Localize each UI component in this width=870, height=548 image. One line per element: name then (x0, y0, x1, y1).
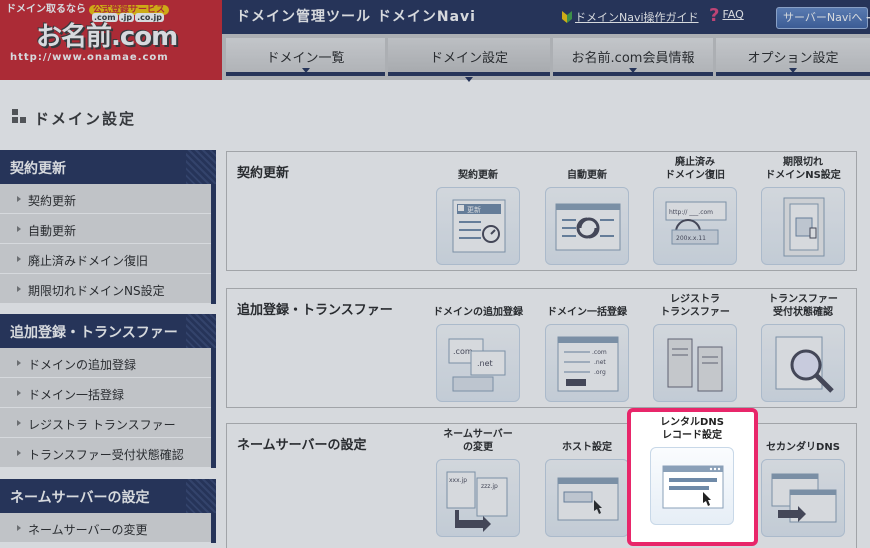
option-expired-ns[interactable]: 期限切れ ドメインNS設定 (755, 154, 851, 265)
logo-url: http://www.onamae.com (10, 52, 169, 63)
tab-domain-list[interactable]: ドメイン一覧 (226, 38, 385, 76)
title-squares-icon (12, 109, 30, 127)
option-auto-renewal[interactable]: 自動更新 (539, 154, 635, 265)
panel-title: 追加登録・トランスファー (237, 303, 393, 318)
option-secondary-dns[interactable]: セカンダリDNS (755, 426, 851, 537)
page-title: ドメイン設定 (12, 108, 136, 129)
bulk-register-icon: .com .net .org (545, 324, 629, 402)
chevron-down-icon (789, 68, 797, 73)
tab-domain-settings[interactable]: ドメイン設定 (388, 38, 550, 82)
beginner-leaf-icon (562, 11, 572, 23)
rental-dns-icon (650, 447, 734, 525)
option-registrar-transfer[interactable]: レジストラ トランスファー (647, 291, 743, 402)
main-nav: ドメイン一覧 ドメイン設定 お名前.com会員情報 オプション設定 (222, 34, 870, 82)
add-domain-icon: .com .net (436, 324, 520, 402)
onamae-logo[interactable]: ドメイン取るなら 公式登録サービス .com .jp .co.jp お名前.com h… (0, 0, 222, 80)
chevron-down-icon (465, 77, 473, 82)
option-transfer-status[interactable]: トランスファー 受付状態確認 (755, 291, 851, 402)
option-label: トランスファー 受付状態確認 (768, 294, 838, 318)
svg-text:.com: .com (592, 349, 607, 356)
panel-nameserver: ネームサーバーの設定 ネームサーバー の変更 xxx.jp zzz.jp ホスト設… (226, 423, 857, 548)
sidebar-item-change-nameserver[interactable]: ネームサーバーの変更 (0, 513, 216, 543)
svg-text:zzz.jp: zzz.jp (481, 483, 498, 490)
sidebar-heading-nameserver: ネームサーバーの設定 (0, 479, 216, 513)
panel-registration: 追加登録・トランスファー ドメインの追加登録 .com .net ドメイン一括登録… (226, 288, 857, 408)
chevron-down-icon (301, 68, 310, 73)
chevron-down-icon (629, 68, 637, 73)
svg-text:xxx.jp: xxx.jp (449, 477, 467, 484)
option-label: ホスト設定 (562, 442, 612, 453)
guide-link[interactable]: ドメインNavi操作ガイド (562, 9, 699, 25)
question-icon: ? (709, 5, 720, 26)
sidebar-heading-renewal: 契約更新 (0, 150, 216, 184)
sidebar-item-restore-domain[interactable]: 廃止済みドメイン復旧 (0, 244, 216, 274)
tab-member-info[interactable]: お名前.com会員情報 (553, 38, 713, 76)
server-navi-button[interactable]: サーバーNaviへ ➜ (776, 7, 870, 29)
logo-brand: お名前.com (36, 22, 178, 52)
panel-title: 契約更新 (237, 166, 290, 181)
option-bulk-register[interactable]: ドメイン一括登録 .com .net .org (539, 291, 635, 402)
auto-renewal-icon (545, 187, 629, 265)
option-label: ドメインの追加登録 (433, 307, 523, 318)
sidebar-item-renewal[interactable]: 契約更新 (0, 184, 216, 214)
sidebar-heading-registration: 追加登録・トランスファー (0, 314, 216, 348)
sidebar-item-expired-ns[interactable]: 期限切れドメインNS設定 (0, 274, 216, 304)
tool-title: ドメイン管理ツール ドメインNavi (236, 9, 476, 25)
option-renewal[interactable]: 契約更新 更新 (430, 154, 526, 265)
sidebar-item-transfer-status[interactable]: トランスファー受付状態確認 (0, 438, 216, 468)
logo-tagline: ドメイン取るなら (6, 4, 86, 15)
faq-link[interactable]: ? FAQ (709, 5, 744, 26)
option-label: ネームサーバー の変更 (443, 429, 513, 453)
option-label: レンタルDNS レコード設定 (660, 417, 724, 441)
host-settings-icon (545, 459, 629, 537)
panel-renewal: 契約更新 契約更新 更新 自動更新 廃止済み ドメイン復旧 http:// __… (226, 151, 857, 271)
option-restore-domain[interactable]: 廃止済み ドメイン復旧 http:// ___.com 200x.x.11 (647, 154, 743, 265)
change-nameserver-icon: xxx.jp zzz.jp (436, 459, 520, 537)
svg-text:.org: .org (594, 369, 606, 376)
svg-text:http:// ___.com: http:// ___.com (669, 209, 713, 216)
svg-text:.com: .com (453, 347, 473, 356)
secondary-dns-icon (761, 459, 845, 537)
option-label: レジストラ トランスファー (660, 294, 730, 318)
sidebar-item-registrar-transfer[interactable]: レジストラ トランスファー (0, 408, 216, 438)
top-bar: ドメイン管理ツール ドメインNavi ドメインNavi操作ガイド ? FAQ サー… (222, 0, 870, 34)
renewal-icon: 更新 (436, 187, 520, 265)
option-label: ドメイン一括登録 (547, 307, 627, 318)
option-label: 契約更新 (458, 170, 498, 181)
sidebar-item-bulk-register[interactable]: ドメイン一括登録 (0, 378, 216, 408)
option-label: 廃止済み ドメイン復旧 (665, 157, 725, 181)
panel-title: ネームサーバーの設定 (237, 438, 367, 453)
sidebar-item-auto-renewal[interactable]: 自動更新 (0, 214, 216, 244)
registrar-transfer-icon (653, 324, 737, 402)
transfer-status-icon (761, 324, 845, 402)
tab-option-settings[interactable]: オプション設定 (716, 38, 870, 76)
svg-text:.net: .net (594, 359, 606, 366)
svg-text:200x.x.11: 200x.x.11 (676, 235, 706, 242)
option-add-domain[interactable]: ドメインの追加登録 .com .net (430, 291, 526, 402)
option-rental-dns-record[interactable]: レンタルDNS レコード設定 (631, 412, 754, 542)
expired-ns-icon (761, 187, 845, 265)
option-change-nameserver[interactable]: ネームサーバー の変更 xxx.jp zzz.jp (430, 426, 526, 537)
svg-text:更新: 更新 (467, 205, 481, 214)
option-label: 自動更新 (567, 170, 607, 181)
option-host-settings[interactable]: ホスト設定 (539, 426, 635, 537)
sidebar-item-add-domain[interactable]: ドメインの追加登録 (0, 348, 216, 378)
svg-text:.net: .net (477, 359, 493, 368)
option-label: 期限切れ ドメインNS設定 (765, 157, 841, 181)
restore-domain-icon: http:// ___.com 200x.x.11 (653, 187, 737, 265)
option-label: セカンダリDNS (766, 442, 840, 453)
